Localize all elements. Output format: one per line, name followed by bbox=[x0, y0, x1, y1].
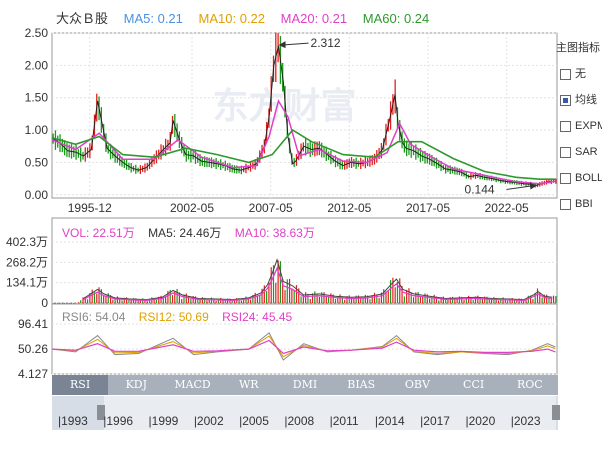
indicator-sidebar-title: 主图指标 bbox=[556, 42, 600, 54]
checkbox-icon[interactable] bbox=[560, 198, 571, 210]
indicator-option-ma[interactable]: 均线 bbox=[556, 92, 602, 108]
rsi-legend: RSI6: 54.04 RSI12: 50.69 RSI24: 45.45 bbox=[62, 310, 302, 324]
timeline-right-handle[interactable] bbox=[552, 405, 560, 420]
volume-tick-label: 268.2万 bbox=[6, 255, 48, 269]
date-tick-label: 2012-05 bbox=[327, 201, 371, 215]
price-tick-label: 0.50 bbox=[25, 155, 49, 169]
price-tick-label: 2.00 bbox=[25, 58, 49, 72]
indicator-option-bbi[interactable]: BBI bbox=[556, 196, 602, 212]
checkbox-icon[interactable] bbox=[560, 68, 571, 80]
vol-ma5-value: MA5: 24.46万 bbox=[148, 226, 222, 240]
indicator-option-none[interactable]: 无 bbox=[556, 66, 602, 82]
tab-cci[interactable]: CCI bbox=[446, 375, 502, 395]
timeline-year-label: |2014 bbox=[374, 414, 405, 428]
indicator-option-boll[interactable]: BOLL bbox=[556, 170, 602, 186]
tab-macd[interactable]: MACD bbox=[164, 375, 220, 395]
indicator-sidebar: 主图指标 无 均线 EXPMA SAR BOLL BBI bbox=[556, 40, 602, 222]
indicator-option-label: EXPMA bbox=[575, 120, 602, 132]
timeline-year-label: |2011 bbox=[329, 414, 359, 428]
date-tick-label: 2007-05 bbox=[249, 201, 293, 215]
date-tick-label: 2002-05 bbox=[170, 201, 214, 215]
rsi24-value: RSI24: 45.45 bbox=[222, 310, 293, 324]
indicator-tabs: RSI KDJ MACD WR DMI BIAS OBV CCI ROC bbox=[52, 375, 558, 395]
indicator-option-label: BBI bbox=[575, 198, 593, 210]
timeline-year-label: |1996 bbox=[103, 414, 134, 428]
date-tick-label: 2017-05 bbox=[406, 201, 450, 215]
low-annotation-label: 0.144 bbox=[465, 182, 495, 196]
timeline-year-label: |2008 bbox=[284, 414, 315, 428]
tab-kdj[interactable]: KDJ bbox=[108, 375, 164, 395]
timeline-year-label: |2020 bbox=[465, 414, 496, 428]
rsi-tick-label: 50.26 bbox=[18, 342, 48, 356]
volume-tick-label: 134.1万 bbox=[6, 276, 48, 290]
tab-obv[interactable]: OBV bbox=[389, 375, 445, 395]
tab-bias[interactable]: BIAS bbox=[333, 375, 389, 395]
price-tick-label: 1.00 bbox=[25, 123, 49, 137]
price-tick-label: 2.50 bbox=[25, 26, 49, 40]
timeline-year-label: |2017 bbox=[420, 414, 450, 428]
indicator-option-label: BOLL bbox=[575, 172, 602, 184]
price-tick-label: 1.50 bbox=[25, 91, 49, 105]
rsi-tick-label: 96.41 bbox=[18, 317, 48, 331]
indicator-option-label: 均线 bbox=[575, 94, 597, 106]
timeline-year-label: |2005 bbox=[239, 414, 269, 428]
timeline-year-label: |2023 bbox=[510, 414, 541, 428]
timeline-year-label: |1999 bbox=[148, 414, 179, 428]
indicator-option-label: 无 bbox=[575, 68, 586, 80]
vol-ma10-value: MA10: 38.63万 bbox=[234, 226, 315, 240]
checkbox-icon[interactable] bbox=[560, 120, 571, 132]
checkbox-checked-icon[interactable] bbox=[560, 94, 571, 106]
indicator-option-sar[interactable]: SAR bbox=[556, 144, 602, 160]
rsi12-value: RSI12: 50.69 bbox=[138, 310, 209, 324]
volume-tick-label: 0 bbox=[41, 296, 48, 310]
rsi-tick-label: 4.127 bbox=[18, 367, 48, 381]
tab-dmi[interactable]: DMI bbox=[277, 375, 333, 395]
tab-roc[interactable]: ROC bbox=[502, 375, 558, 395]
volume-tick-label: 402.3万 bbox=[6, 235, 48, 249]
timeline-year-label: |1993 bbox=[58, 414, 88, 428]
date-tick-label: 1995-12 bbox=[68, 201, 112, 215]
high-annotation-label: 2.312 bbox=[311, 36, 341, 50]
price-tick-label: 0.00 bbox=[25, 188, 49, 202]
indicator-option-expma[interactable]: EXPMA bbox=[556, 118, 602, 134]
tab-rsi[interactable]: RSI bbox=[52, 375, 109, 395]
rsi6-value: RSI6: 54.04 bbox=[62, 310, 126, 324]
checkbox-icon[interactable] bbox=[560, 146, 571, 158]
checkbox-icon[interactable] bbox=[560, 172, 571, 184]
tab-wr[interactable]: WR bbox=[221, 375, 277, 395]
indicator-option-label: SAR bbox=[575, 146, 598, 158]
vol-value: VOL: 22.51万 bbox=[62, 226, 135, 240]
volume-legend: VOL: 22.51万 MA5: 24.46万 MA10: 38.63万 bbox=[62, 224, 325, 241]
timeline-year-label: |2002 bbox=[193, 414, 224, 428]
date-tick-label: 2022-05 bbox=[485, 201, 529, 215]
